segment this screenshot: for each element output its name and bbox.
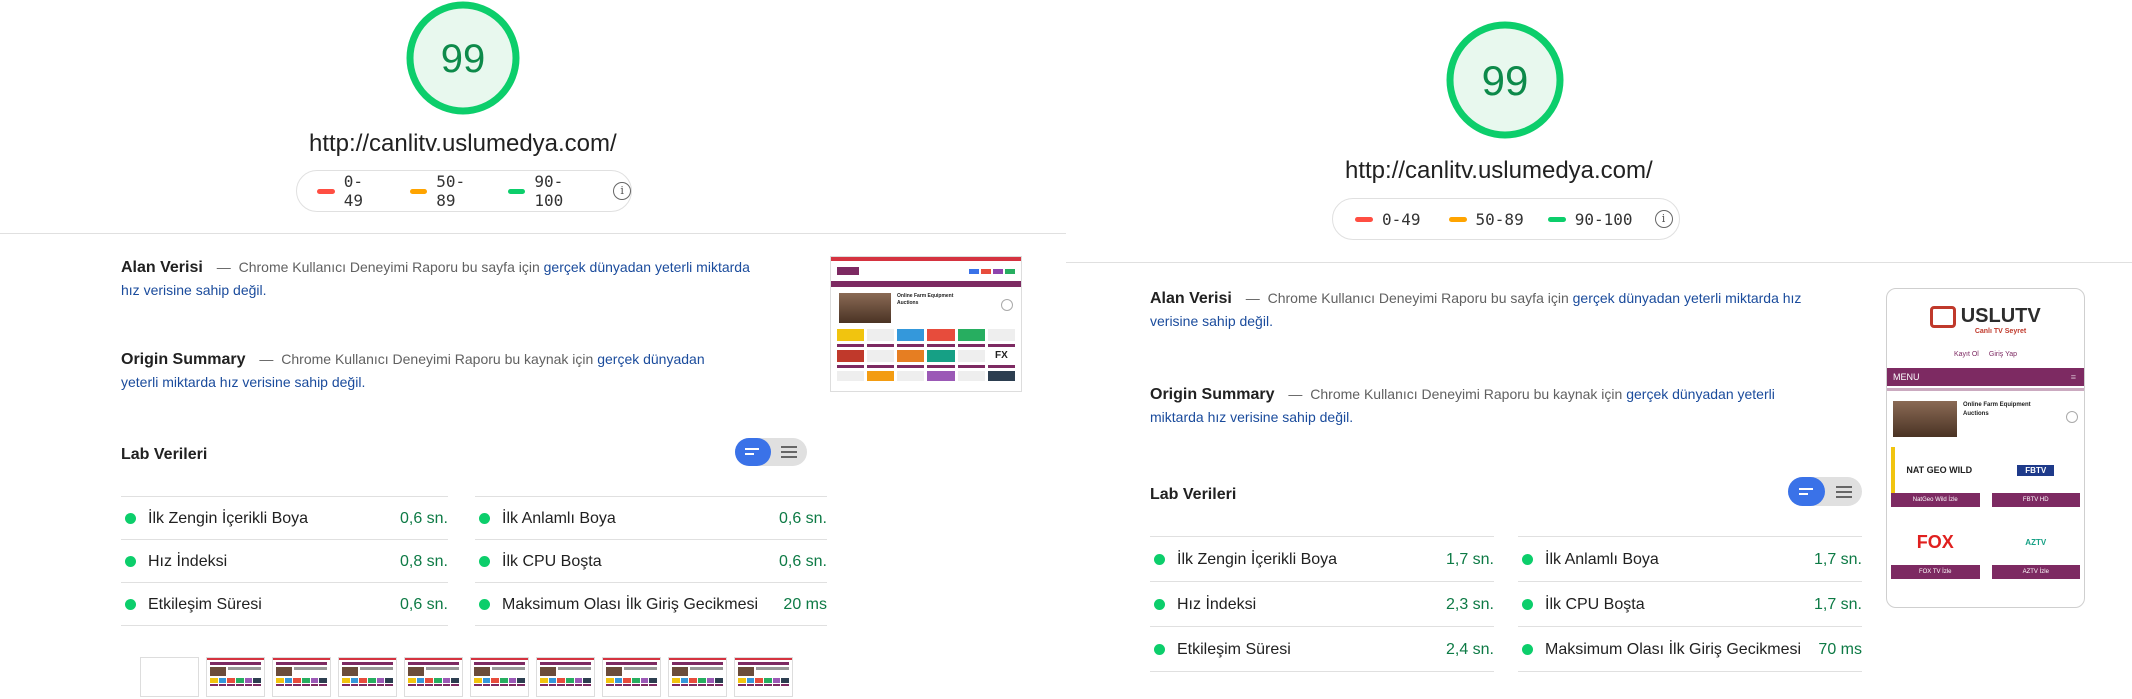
tv-icon (1930, 305, 1957, 328)
legend-fail: 0-49 (1355, 210, 1421, 229)
score-legend: 0-49 50-89 90-100 i (296, 170, 632, 212)
filmstrip-frame (602, 657, 661, 697)
metrics-view-toggle[interactable] (735, 438, 807, 466)
legend-average: 50-89 (409, 172, 484, 210)
score-legend: 0-49 50-89 90-100 i (1332, 198, 1680, 240)
metric-time-to-interactive: Etkileşim Süresi 2,4 sn. (1150, 626, 1494, 672)
metrics-view-toggle[interactable] (1788, 477, 1862, 506)
filmstrip-frame (272, 657, 331, 697)
metric-first-contentful-paint: İlk Zengin İçerikli Boya 1,7 sn. (1150, 536, 1494, 582)
field-data-title: Alan Verisi (121, 259, 203, 276)
desktop-report: 99 http://canlitv.uslumedya.com/ 0-49 50… (0, 0, 1066, 699)
metric-first-meaningful-paint: İlk Anlamlı Boya 1,7 sn. (1518, 536, 1862, 582)
metric-speed-index: Hız İndeksi 2,3 sn. (1150, 581, 1494, 627)
metric-first-cpu-idle: İlk CPU Boşta 0,6 sn. (475, 539, 827, 583)
compact-view-button[interactable] (1788, 477, 1825, 506)
filmstrip-frame (140, 657, 199, 697)
divider (1066, 262, 2132, 263)
expanded-view-button[interactable] (1825, 477, 1862, 506)
metric-time-to-interactive: Etkileşim Süresi 0,6 sn. (121, 582, 448, 626)
filmstrip-frame (668, 657, 727, 697)
channel-card[interactable]: FOX FOX TV İzle (1891, 519, 1980, 579)
filmstrip-frame (536, 657, 595, 697)
uslutv-logo: USLUTV Canlı TV Seyret (1887, 289, 2084, 335)
channel-card[interactable]: NAT GEO WILD NatGeo Wild İzle (1891, 447, 1980, 507)
field-data-title: Alan Verisi (1150, 290, 1232, 307)
final-screenshot-thumbnail[interactable]: USLUTV Canlı TV Seyret Kayıt Ol Giriş Ya… (1886, 288, 2085, 608)
fx-logo: FX (995, 350, 1008, 361)
field-data-section: Alan Verisi — Chrome Kullanıcı Deneyimi … (121, 259, 750, 298)
filmstrip-frame (734, 657, 793, 697)
legend-pass: 90-100 (507, 172, 592, 210)
filmstrip-frame (338, 657, 397, 697)
metric-speed-index: Hız İndeksi 0,8 sn. (121, 539, 448, 583)
metric-max-potential-fid: Maksimum Olası İlk Giriş Gecikmesi 20 ms (475, 582, 827, 626)
metric-first-contentful-paint: İlk Zengin İçerikli Boya 0,6 sn. (121, 496, 448, 540)
register-link[interactable]: Kayıt Ol (1954, 351, 1979, 358)
origin-summary-section: Origin Summary — Chrome Kullanıcı Deneyi… (121, 351, 705, 390)
performance-score-gauge: 99 (405, 0, 521, 116)
phone-menu-bar[interactable]: MENU ≡ (1887, 368, 2084, 386)
performance-score: 99 (441, 37, 486, 81)
login-link[interactable]: Giriş Yap (1989, 351, 2017, 358)
page-url[interactable]: http://canlitv.uslumedya.com/ (309, 130, 617, 158)
origin-summary-title: Origin Summary (1150, 386, 1275, 403)
metric-first-meaningful-paint: İlk Anlamlı Boya 0,6 sn. (475, 496, 827, 540)
info-icon[interactable]: i (613, 182, 631, 200)
site-logo (837, 267, 859, 275)
channel-card[interactable]: FBTV FBTV HD (1991, 447, 2080, 507)
origin-summary-title: Origin Summary (121, 351, 246, 368)
origin-summary-section: Origin Summary — Chrome Kullanıcı Deneyi… (1150, 386, 1775, 425)
compact-list-icon (1798, 487, 1813, 495)
info-icon[interactable]: i (1654, 210, 1673, 228)
lab-data-title: Lab Verileri (121, 446, 208, 463)
ad-title: Online Farm Equipment Auctions (897, 293, 954, 306)
metric-max-potential-fid: Maksimum Olası İlk Giriş Gecikmesi 70 ms (1518, 626, 1862, 672)
legend-pass: 90-100 (1547, 210, 1633, 229)
expanded-list-icon (1835, 485, 1852, 498)
metric-first-cpu-idle: İlk CPU Boşta 1,7 sn. (1518, 581, 1862, 627)
ad-banner[interactable]: Online Farm Equipment Auctions (1887, 391, 2084, 447)
filmstrip (140, 657, 800, 699)
performance-score-gauge: 99 (1445, 20, 1565, 140)
filmstrip-frame (470, 657, 529, 697)
expanded-view-button[interactable] (771, 438, 807, 466)
field-data-section: Alan Verisi — Chrome Kullanıcı Deneyimi … (1150, 290, 1802, 329)
legend-fail: 0-49 (317, 172, 382, 210)
hamburger-icon[interactable]: ≡ (2071, 368, 2076, 386)
compact-list-icon (745, 448, 759, 455)
channel-card[interactable]: AZTV AZTV İzle (1991, 519, 2080, 579)
lab-data-title: Lab Verileri (1150, 486, 1237, 503)
legend-average: 50-89 (1448, 210, 1524, 229)
performance-score: 99 (1482, 57, 1529, 104)
expanded-list-icon (781, 446, 797, 458)
filmstrip-frame (404, 657, 463, 697)
mobile-report: 99 http://canlitv.uslumedya.com/ 0-49 50… (1066, 0, 2132, 699)
divider (0, 233, 1066, 234)
compact-view-button[interactable] (735, 438, 771, 466)
filmstrip-frame (206, 657, 265, 697)
final-screenshot-thumbnail[interactable]: Online Farm Equipment Auctions FX (830, 256, 1022, 392)
page-url[interactable]: http://canlitv.uslumedya.com/ (1345, 157, 1653, 185)
